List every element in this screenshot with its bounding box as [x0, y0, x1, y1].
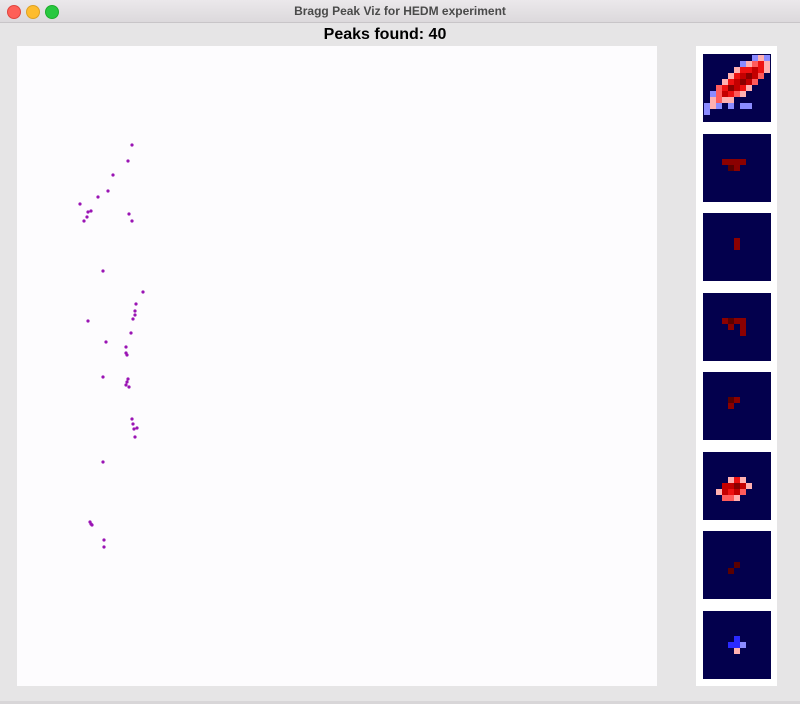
window-titlebar: Bragg Peak Viz for HEDM experiment: [0, 0, 800, 23]
intensity-pixel: [728, 103, 734, 109]
peak-point-27: [130, 417, 134, 421]
intensity-pixel: [728, 568, 734, 574]
peak-point-15: [133, 313, 137, 317]
peak-point-19: [104, 340, 108, 344]
peak-point-10: [82, 219, 86, 223]
peak-thumbnail-6[interactable]: [703, 451, 771, 520]
intensity-pixel: [746, 85, 752, 91]
peak-point-28: [135, 426, 139, 430]
intensity-pixel: [734, 397, 740, 403]
intensity-pixel: [734, 244, 740, 250]
scatter-plot-svg: [78, 143, 145, 549]
intensity-pixel: [728, 403, 734, 409]
peak-point-1: [130, 143, 134, 147]
peak-point-14: [134, 302, 138, 306]
peak-thumbnail-7[interactable]: [703, 531, 771, 599]
peak-point-16: [131, 317, 135, 321]
peak-point-17: [86, 319, 90, 323]
intensity-pixel: [734, 494, 740, 501]
peak-point-37: [127, 385, 131, 389]
peak-point-20: [124, 345, 128, 349]
intensity-pixel: [758, 73, 764, 79]
peak-thumbnail-panel: [696, 46, 777, 686]
peak-point-25: [125, 380, 129, 384]
intensity-pixel: [746, 482, 752, 489]
peak-point-26: [124, 383, 128, 387]
intensity-pixel: [734, 164, 740, 171]
peak-point-11: [130, 219, 134, 223]
peak-point-36: [133, 309, 137, 313]
peak-thumbnail-2[interactable]: [703, 133, 771, 202]
intensity-pixel: [740, 329, 746, 336]
intensity-pixel: [740, 488, 746, 495]
intensity-pixel: [746, 103, 752, 109]
peak-point-7: [89, 209, 93, 213]
peak-point-30: [101, 460, 105, 464]
peak-thumbnail-4[interactable]: [703, 292, 771, 361]
peak-point-35: [127, 212, 131, 216]
intensity-pixel: [740, 91, 746, 97]
peak-point-4: [106, 189, 110, 193]
peak-point-33: [102, 538, 106, 542]
peak-point-40: [89, 522, 93, 526]
peak-point-8: [86, 210, 90, 214]
peak-thumbnail-8[interactable]: [703, 610, 771, 679]
intensity-pixel: [752, 79, 758, 85]
intensity-pixel: [728, 323, 734, 330]
peak-point-39: [132, 427, 136, 431]
peak-point-38: [131, 422, 135, 426]
peak-point-3: [111, 173, 115, 177]
peak-point-34: [102, 545, 106, 549]
peak-thumbnail-3[interactable]: [703, 213, 771, 281]
intensity-pixel: [734, 562, 740, 568]
peak-scatter-plot[interactable]: [17, 46, 657, 686]
peaks-found-heading: Peaks found: 40: [323, 26, 447, 43]
intensity-pixel: [764, 67, 770, 73]
intensity-pixel: [740, 158, 746, 165]
peak-thumbnail-5[interactable]: [703, 372, 771, 440]
intensity-pixel: [734, 647, 740, 654]
peak-point-5: [96, 195, 100, 199]
peak-point-13: [141, 290, 145, 294]
intensity-pixel: [716, 103, 722, 109]
peak-point-23: [101, 375, 105, 379]
window-title: Bragg Peak Viz for HEDM experiment: [294, 4, 506, 18]
peak-point-18: [129, 331, 133, 335]
peak-point-9: [85, 215, 89, 219]
intensity-pixel: [740, 641, 746, 648]
peak-point-29: [133, 435, 137, 439]
peak-point-6: [78, 202, 82, 206]
peak-point-12: [101, 269, 105, 273]
peak-thumbnail-1[interactable]: [703, 54, 771, 122]
peak-point-2: [126, 159, 130, 163]
peak-point-24: [126, 377, 130, 381]
intensity-pixel: [704, 109, 710, 115]
peak-point-22: [125, 353, 129, 357]
